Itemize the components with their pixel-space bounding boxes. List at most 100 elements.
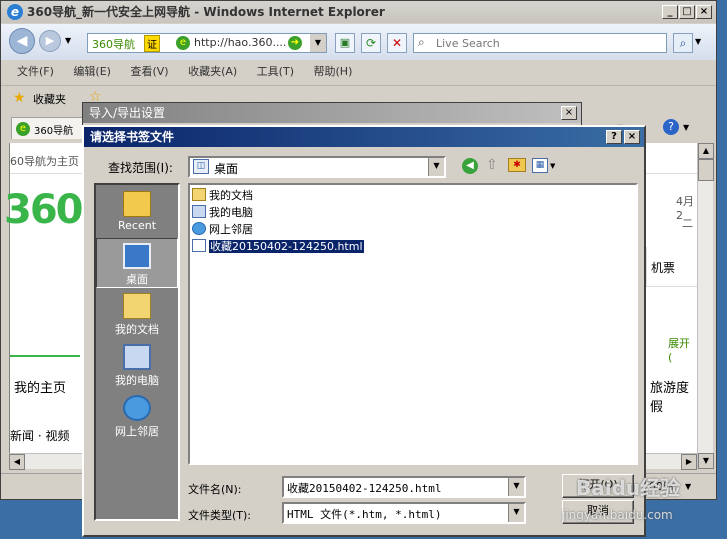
look-in-value: 桌面	[214, 162, 239, 176]
watermark: Baidu经验 jingyan.baidu.com	[562, 470, 722, 534]
file-dialog-title-bar: 请选择书签文件 ? ×	[84, 127, 644, 147]
network-places-icon	[123, 395, 151, 421]
file-dialog-title: 请选择书签文件	[90, 130, 175, 144]
search-options-icon[interactable]: ▼	[695, 37, 701, 46]
filetype-value: HTML 文件(*.htm, *.html)	[287, 508, 442, 521]
filetype-label: 文件类型(T):	[188, 509, 252, 522]
my-computer-icon	[123, 344, 151, 370]
my-home-link[interactable]: 我的主页	[14, 377, 66, 396]
tab-favicon: e	[16, 122, 30, 136]
place-my-computer-label: 我的电脑	[115, 374, 159, 387]
menu-help[interactable]: 帮助(H)	[314, 65, 353, 78]
place-recent[interactable]: Recent	[96, 187, 178, 237]
back-button[interactable]: ◀	[9, 28, 35, 54]
page-scrollbar[interactable]: ▲ ▼	[697, 143, 714, 469]
file-dialog-help-button[interactable]: ?	[606, 130, 622, 144]
place-desktop[interactable]: 桌面	[96, 238, 178, 288]
place-my-documents[interactable]: 我的文档	[96, 289, 178, 339]
desktop-small-icon: ◫	[193, 159, 209, 174]
view-menu-icon[interactable]: ▦	[532, 158, 548, 173]
help-dropdown-icon[interactable]: ▼	[683, 123, 689, 132]
tickets-label: 机票	[651, 261, 676, 275]
my-documents-icon	[123, 293, 151, 319]
ie-logo-icon: e	[7, 4, 23, 20]
travel-link[interactable]: 旅游度假	[650, 377, 697, 415]
compat-icon[interactable]: ▣	[335, 33, 355, 53]
file-name-2: 网上邻居	[209, 223, 253, 236]
search-box[interactable]: ⌕	[413, 33, 667, 53]
file-item-my-computer[interactable]: 我的电脑	[190, 204, 636, 221]
up-folder-icon[interactable]: ⇧	[486, 157, 498, 173]
refresh-icon[interactable]: ⟳	[361, 33, 381, 53]
filetype-combo[interactable]: HTML 文件(*.htm, *.html) ▼	[282, 502, 526, 524]
file-item-bookmark-html[interactable]: 收藏20150402-124250.html	[190, 238, 636, 255]
menu-edit[interactable]: 编辑(E)	[73, 65, 111, 78]
place-my-documents-label: 我的文档	[115, 323, 159, 336]
address-dropdown-icon[interactable]: ▼	[310, 34, 326, 52]
tickets-tab[interactable]: 机票	[646, 247, 698, 287]
menu-bar: 文件(F) 编辑(E) 查看(V) 收藏夹(A) 工具(T) 帮助(H)	[17, 63, 368, 81]
filename-combo[interactable]: 收藏20150402-124250.html ▼	[282, 476, 526, 498]
filename-value: 收藏20150402-124250.html	[287, 482, 442, 495]
go-icon[interactable]: ➜	[288, 36, 302, 50]
place-recent-label: Recent	[117, 219, 157, 232]
nav-bar: ◀ ▶ ▼ 360导航 证 e http://hao.360.... ➜ ▼ ▣…	[1, 24, 716, 60]
look-in-label: 查找范围(I):	[108, 161, 173, 175]
news-video-link[interactable]: 新闻 · 视频	[10, 427, 69, 444]
close-button[interactable]: ×	[696, 5, 712, 19]
green-divider	[10, 355, 80, 357]
place-desktop-label: 桌面	[126, 273, 148, 286]
site-logo: 360	[4, 187, 83, 233]
star-icon: ★	[13, 90, 26, 106]
file-dialog-close-button[interactable]: ×	[624, 130, 640, 144]
ie-title-bar: e 360导航_新一代安全上网导航 - Windows Internet Exp…	[1, 1, 716, 23]
new-folder-icon[interactable]: ✱	[508, 158, 526, 172]
file-item-network[interactable]: 网上邻居	[190, 221, 636, 238]
computer-icon	[192, 205, 206, 218]
file-name-1: 我的电脑	[209, 206, 253, 219]
forward-button[interactable]: ▶	[39, 30, 61, 52]
scroll-up-icon[interactable]: ▲	[698, 143, 714, 159]
import-export-close-button[interactable]: ×	[561, 106, 577, 120]
back-nav-icon[interactable]: ◀	[462, 158, 478, 174]
help-icon[interactable]: ?	[663, 119, 679, 135]
place-my-computer[interactable]: 我的电脑	[96, 340, 178, 390]
site-name: 360导航	[92, 38, 135, 51]
set-home-link[interactable]: 60导航为主页	[10, 153, 79, 169]
file-list[interactable]: 我的文档 我的电脑 网上邻居 收藏20150402-124250.html	[188, 183, 638, 465]
search-go-button[interactable]: ⌕	[673, 33, 693, 53]
network-icon	[192, 222, 206, 235]
html-file-icon	[192, 239, 206, 252]
search-input[interactable]	[434, 35, 662, 51]
address-bar[interactable]: 360导航 证 e http://hao.360.... ➜ ▼	[87, 33, 327, 53]
filename-label: 文件名(N):	[188, 483, 242, 496]
scroll-left-icon[interactable]: ◀	[9, 454, 25, 470]
cert-badge[interactable]: 证	[144, 35, 160, 52]
stop-icon[interactable]: ✕	[387, 33, 407, 53]
browser-tab[interactable]: e 360导航_...	[11, 117, 87, 148]
file-name-3: 收藏20150402-124250.html	[208, 239, 365, 254]
view-menu-dropdown-icon[interactable]: ▼	[550, 162, 555, 170]
file-item-my-documents[interactable]: 我的文档	[190, 187, 636, 204]
filetype-dropdown-icon[interactable]: ▼	[508, 504, 524, 522]
import-export-title-bar: 导入/导出设置 ×	[83, 103, 581, 123]
scroll-thumb[interactable]	[698, 159, 714, 181]
scroll-down-icon[interactable]: ▼	[698, 453, 714, 469]
scroll-right-icon[interactable]: ▶	[681, 454, 697, 470]
recent-folder-icon	[123, 191, 151, 217]
menu-view[interactable]: 查看(V)	[130, 65, 168, 78]
minimize-button[interactable]: _	[662, 5, 678, 19]
maximize-button[interactable]: □	[679, 5, 695, 19]
place-network[interactable]: 网上邻居	[96, 391, 178, 441]
filename-dropdown-icon[interactable]: ▼	[508, 478, 524, 496]
menu-tools[interactable]: 工具(T)	[257, 65, 294, 78]
menu-favorites[interactable]: 收藏夹(A)	[188, 65, 237, 78]
nav-dropdown-icon[interactable]: ▼	[65, 36, 71, 45]
look-in-combo[interactable]: ◫ 桌面 ▼	[188, 156, 446, 178]
look-in-dropdown-icon[interactable]: ▼	[428, 158, 444, 176]
menu-file[interactable]: 文件(F)	[17, 65, 54, 78]
expand-link[interactable]: 展开 (	[668, 335, 697, 364]
favorites-button[interactable]: 收藏夹	[33, 91, 66, 107]
address-url: http://hao.360....	[194, 36, 287, 49]
place-network-label: 网上邻居	[115, 425, 159, 438]
